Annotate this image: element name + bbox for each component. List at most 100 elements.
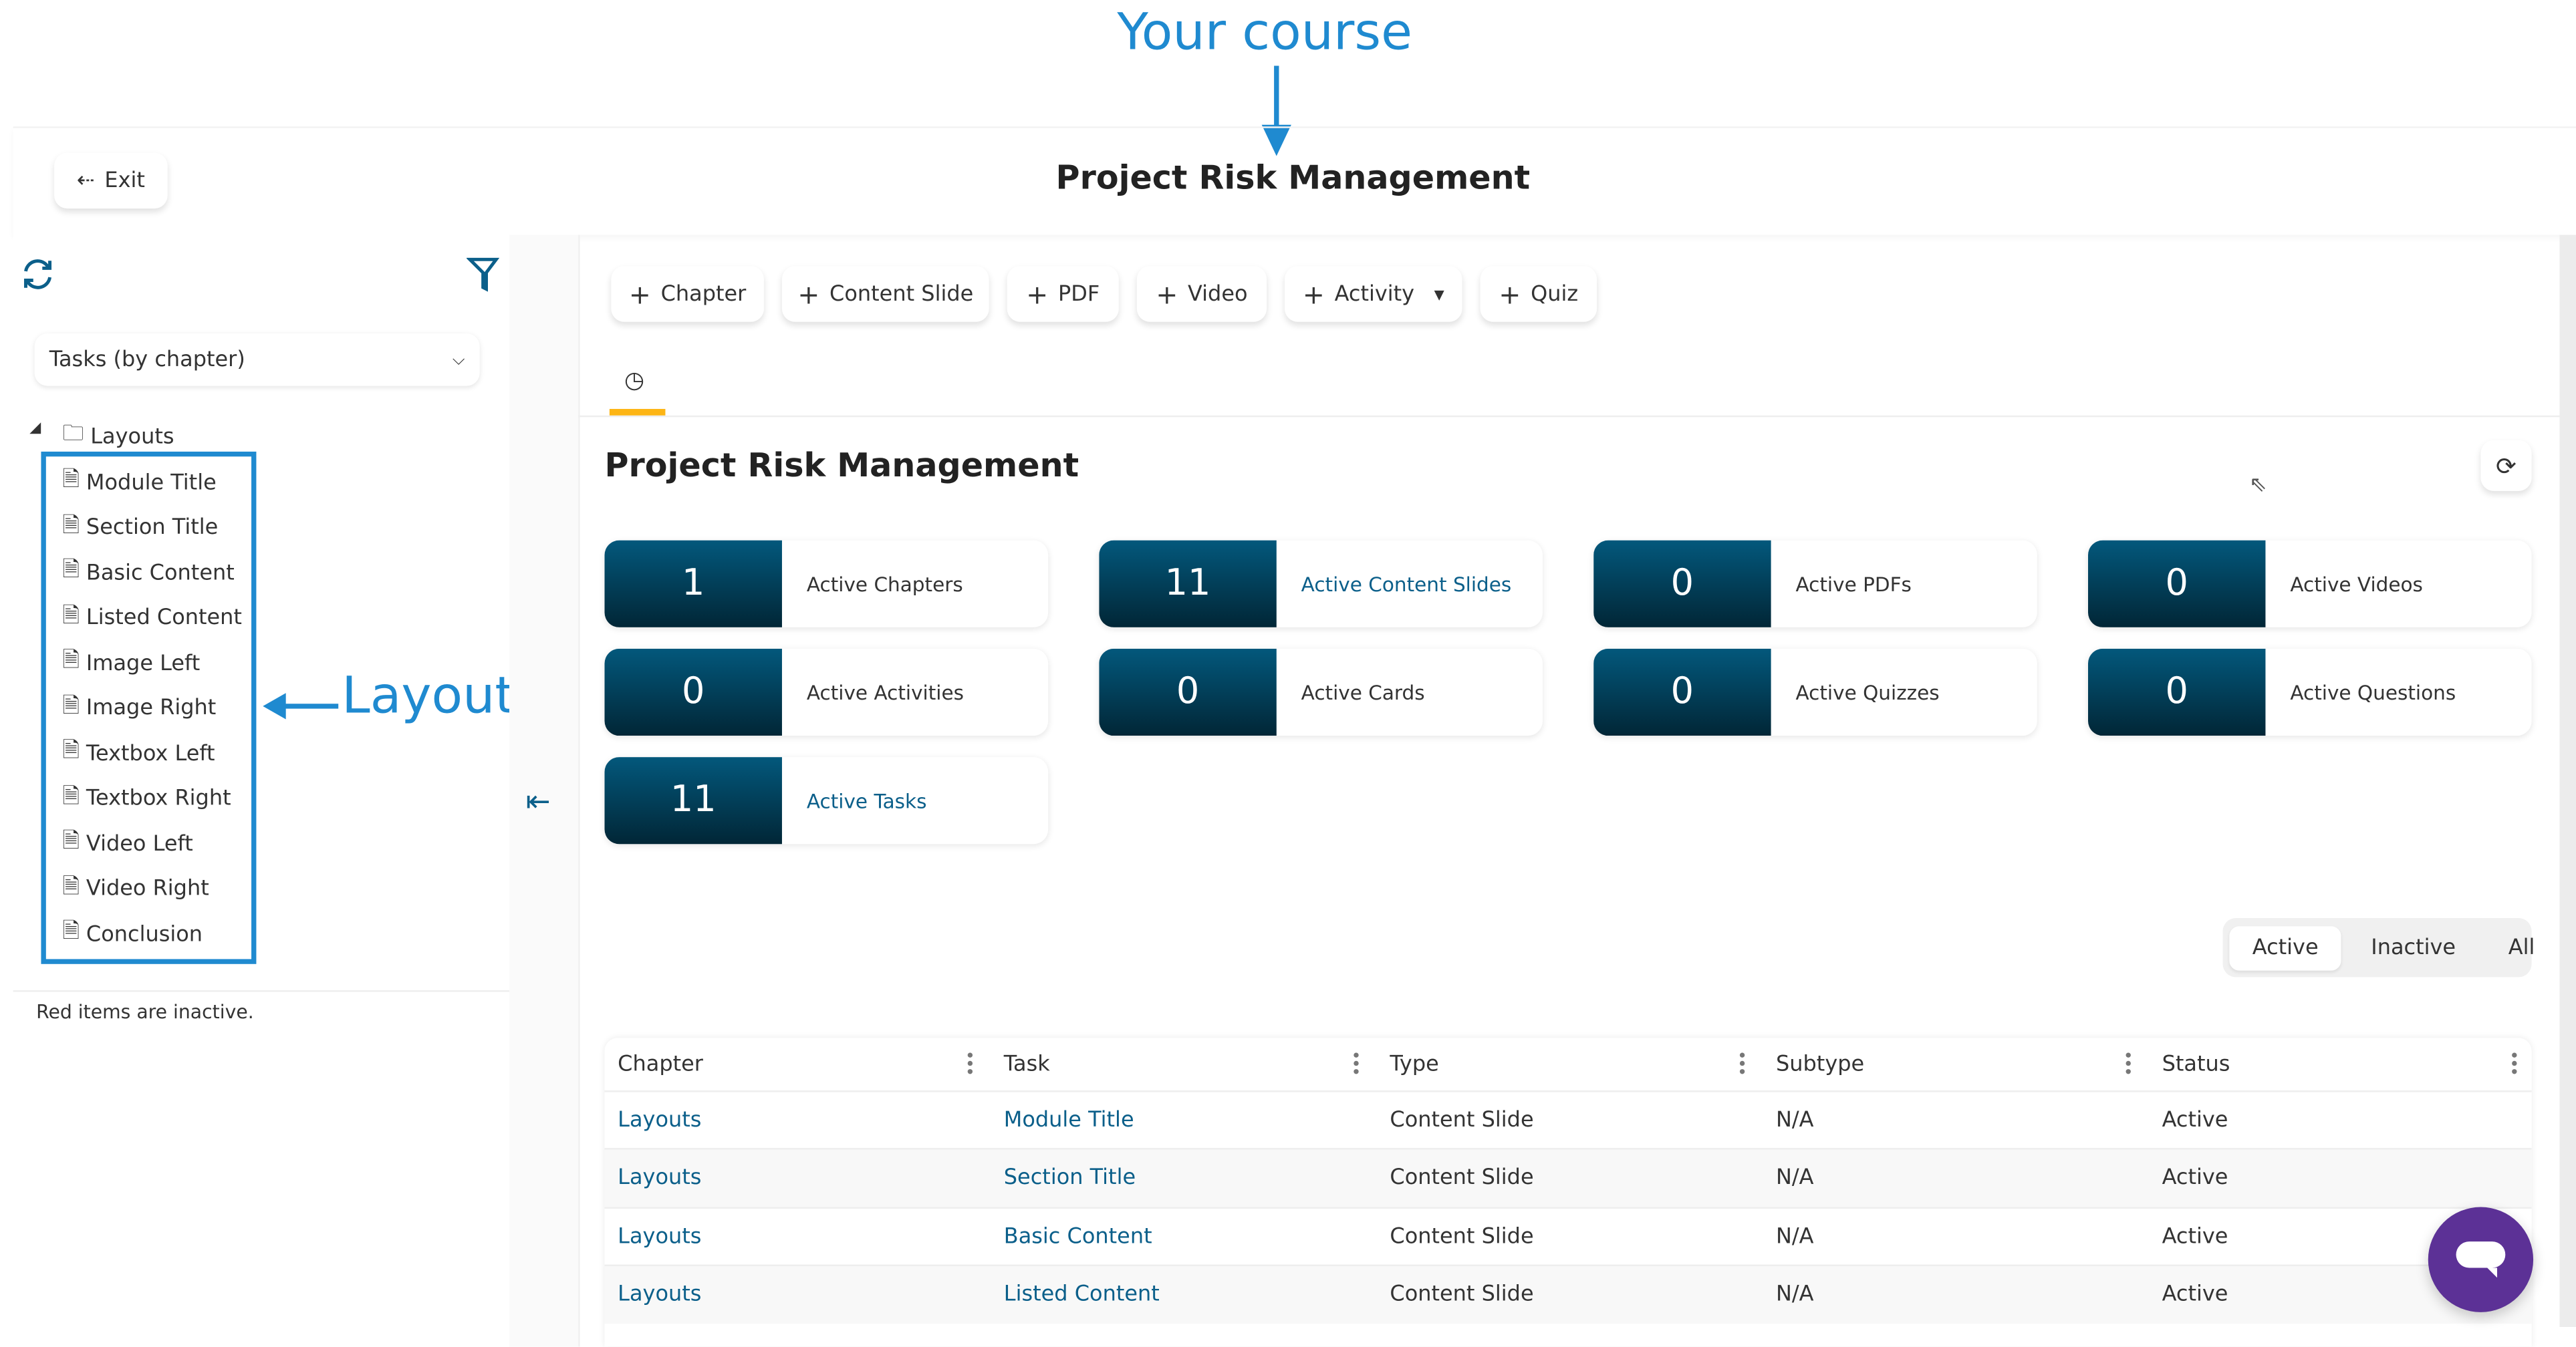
tree-item-label: Image Right [86, 696, 217, 722]
page-title: Project Risk Management [1055, 157, 1531, 197]
filter-icon[interactable] [467, 256, 500, 292]
tree-folder-label: Layouts [90, 424, 174, 450]
stat-card[interactable]: 0 Active PDFs [1593, 540, 2037, 627]
stat-label: Active Tasks [806, 789, 927, 812]
stat-card[interactable]: 0 Active Videos [2087, 540, 2532, 627]
stat-card[interactable]: 1 Active Chapters [604, 540, 1049, 627]
exit-label: Exit [104, 168, 145, 193]
tasks-table: Chapter Task Type Subtype Status Layouts Modul… [604, 1038, 2532, 1347]
folder-icon: 🗀 [62, 422, 84, 447]
column-menu-icon[interactable] [1354, 1052, 1359, 1078]
document-audio-icon: 🗎 [62, 513, 80, 538]
column-header-task[interactable]: Task [1004, 1038, 1050, 1090]
view-select[interactable]: Tasks (by chapter) ⌵ [35, 333, 480, 386]
dashboard-refresh-button[interactable]: ⟳ [2480, 440, 2532, 491]
tree-item-label: Module Title [86, 470, 217, 496]
document-audio-icon: 🗎 [62, 648, 80, 674]
document-audio-icon: 🗎 [62, 874, 80, 899]
tree-item[interactable]: 🗎 Image Right [62, 691, 216, 727]
stat-label: Active Chapters [806, 572, 963, 595]
exit-button[interactable]: ⇠ Exit [54, 152, 168, 209]
scrollbar[interactable] [2559, 235, 2576, 1327]
table-cell: N/A [1775, 1224, 1814, 1249]
sidebar-divider [13, 990, 509, 992]
table-cell: Module Title [1003, 1108, 1134, 1133]
document-audio-icon: 🗎 [62, 829, 80, 855]
tree-item[interactable]: 🗎 Listed Content [62, 600, 242, 636]
chat-bubble-icon [2456, 1241, 2506, 1268]
stat-card[interactable]: 11 Active Tasks [604, 757, 1049, 845]
button-label: Video [1188, 281, 1248, 307]
stat-label: Active Cards [1301, 680, 1425, 704]
table-row[interactable]: Layouts Module Title Content Slide N/A Activ… [604, 1090, 2532, 1150]
chat-button[interactable] [2428, 1207, 2534, 1312]
add-content-slide-button[interactable]: + Content Slide [781, 266, 989, 322]
column-menu-icon[interactable] [2512, 1052, 2517, 1078]
stat-label: Active Content Slides [1301, 572, 1512, 595]
button-label: Activity [1334, 281, 1415, 307]
tree-item-label: Video Left [86, 831, 193, 857]
table-row[interactable]: Layouts Listed Content Content Slide N/A Act… [604, 1264, 2532, 1324]
stat-value: 0 [1593, 648, 1771, 736]
table-cell: Active [2162, 1108, 2228, 1133]
table-cell: Layouts [618, 1108, 702, 1133]
stat-value: 11 [604, 757, 782, 845]
column-header-chapter[interactable]: Chapter [618, 1038, 703, 1090]
stat-card[interactable]: 11 Active Content Slides [1099, 540, 1543, 627]
filter-all[interactable]: All [2485, 925, 2557, 969]
active-tab-indicator [609, 409, 666, 416]
add-video-button[interactable]: + Video [1136, 266, 1267, 322]
tree-item[interactable]: 🗎 Section Title [62, 510, 218, 546]
filter-active[interactable]: Active [2229, 925, 2342, 970]
refresh-icon[interactable] [19, 256, 55, 292]
button-label: Content Slide [829, 281, 974, 307]
column-header-type[interactable]: Type [1390, 1038, 1438, 1090]
table-cell: Content Slide [1390, 1282, 1534, 1308]
stat-value: 0 [2087, 540, 2266, 627]
stat-value: 0 [2087, 648, 2266, 736]
stat-card[interactable]: 0 Active Quizzes [1593, 648, 2037, 736]
table-row[interactable]: Layouts Basic Content Content Slide N/A Acti… [604, 1206, 2532, 1266]
dashboard-tab-icon[interactable]: ◷ [624, 368, 644, 394]
add-quiz-button[interactable]: + Quiz [1480, 266, 1597, 322]
tree-item[interactable]: 🗎 Textbox Right [62, 781, 231, 817]
filter-inactive[interactable]: Inactive [2348, 925, 2479, 969]
button-label: Chapter [660, 281, 747, 307]
tree-item-label: Listed Content [86, 605, 242, 631]
stat-label: Active Quizzes [1795, 680, 1940, 704]
tree-item[interactable]: 🗎 Conclusion [62, 917, 203, 953]
add-activity-button[interactable]: + Activity ▼ [1285, 266, 1462, 322]
tree-item[interactable]: 🗎 Video Right [62, 871, 209, 907]
stat-card[interactable]: 0 Active Questions [2087, 648, 2532, 736]
column-header-subtype[interactable]: Subtype [1776, 1038, 1864, 1090]
tree-item[interactable]: 🗎 Textbox Left [62, 736, 215, 772]
stat-label: Active Activities [806, 680, 964, 704]
tree-item[interactable]: 🗎 Module Title [62, 465, 216, 501]
document-audio-icon: 🗎 [62, 603, 80, 629]
plus-icon: + [1156, 278, 1178, 310]
add-chapter-button[interactable]: + Chapter [611, 266, 764, 322]
document-audio-icon: 🗎 [62, 919, 80, 945]
annotation-your-course: Your course [1117, 3, 1412, 63]
column-menu-icon[interactable] [967, 1052, 973, 1078]
button-label: Quiz [1531, 281, 1579, 307]
table-cell: Layouts [618, 1224, 702, 1249]
column-menu-icon[interactable] [2126, 1052, 2131, 1078]
table-cell: Content Slide [1390, 1108, 1534, 1133]
stat-card[interactable]: 0 Active Activities [604, 648, 1049, 736]
add-pdf-button[interactable]: + PDF [1007, 266, 1119, 322]
stat-value: 0 [604, 648, 782, 736]
table-cell: Layouts [618, 1166, 702, 1191]
tree-item-label: Image Left [86, 651, 201, 676]
tree-folder-layouts[interactable]: 🗀 Layouts [62, 419, 174, 455]
tree-item[interactable]: 🗎 Image Left [62, 645, 200, 682]
tree-item[interactable]: 🗎 Basic Content [62, 555, 234, 591]
collapse-sidebar-icon[interactable]: ⇤ [526, 785, 551, 820]
column-menu-icon[interactable] [1739, 1052, 1745, 1078]
table-row[interactable]: Layouts Section Title Content Slide N/A Acti… [604, 1148, 2532, 1208]
column-header-status[interactable]: Status [2162, 1038, 2230, 1090]
tree-item[interactable]: 🗎 Video Left [62, 826, 192, 862]
plus-icon: + [1499, 278, 1521, 310]
stat-card[interactable]: 0 Active Cards [1099, 648, 1543, 736]
tree-expand-icon[interactable]: ◢ [29, 420, 41, 437]
